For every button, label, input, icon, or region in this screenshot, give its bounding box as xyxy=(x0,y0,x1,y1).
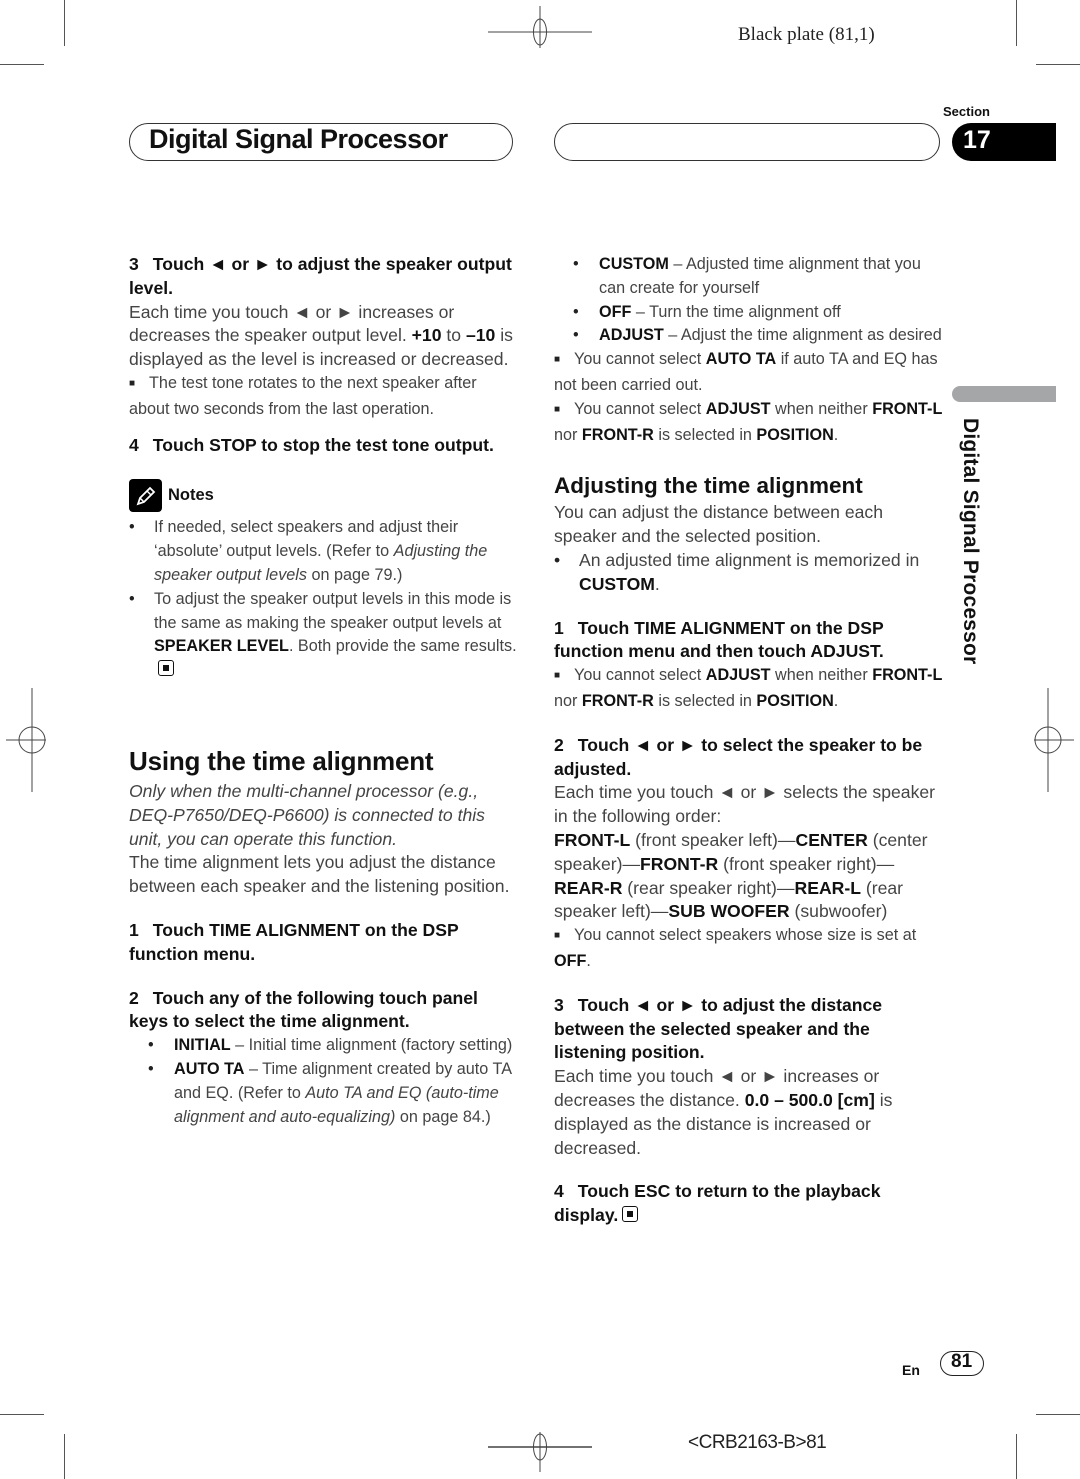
adjust-step-3: 3 Touch ◄ or ► to adjust the distance bet… xyxy=(554,994,883,1063)
adjust-step-2: 2 Touch ◄ or ► to select the speaker to b… xyxy=(554,734,923,779)
note-square-icon xyxy=(554,666,574,684)
step-3-body: Each time you touch ◄ or ► increases or … xyxy=(129,301,513,370)
adjust-step-2-body: Each time you touch ◄ or ► selects the s… xyxy=(554,782,936,827)
crop-mark xyxy=(0,64,44,65)
restriction-note: You cannot select AUTO TA if auto TA and… xyxy=(554,348,946,398)
crop-mark xyxy=(0,1414,44,1415)
section-heading-adjusting: Adjusting the time alignment xyxy=(554,473,863,499)
left-column: 3 Touch ◄ or ► to adjust the speaker outp… xyxy=(129,253,521,1129)
section-heading-using: Using the time alignment xyxy=(129,745,434,776)
pencil-note-icon xyxy=(129,479,162,513)
using-intro: Only when the multi-channel processor (e… xyxy=(129,780,485,849)
header-blank-frame xyxy=(554,123,940,161)
adjust-step-3-body: Each time you touch ◄ or ► increases or … xyxy=(554,1066,893,1158)
restriction-note: You cannot select ADJUST when neither FR… xyxy=(554,664,946,714)
step-3-note: The test tone rotates to the next speake… xyxy=(129,372,521,422)
using-body: The time alignment lets you adjust the d… xyxy=(129,852,510,897)
step-3-heading: 3 Touch ◄ or ► to adjust the speaker outp… xyxy=(129,254,512,298)
side-tab-label: Digital Signal Processor xyxy=(959,418,982,665)
notes-label: Notes xyxy=(168,485,214,504)
plate-label: Black plate (81,1) xyxy=(738,24,875,45)
registration-mark-right xyxy=(1034,688,1074,792)
adjust-step-4: 4 Touch ESC to return to the playback dis… xyxy=(554,1181,881,1226)
registration-mark-bottom xyxy=(488,1432,592,1472)
note-square-icon xyxy=(554,400,574,418)
step-4-heading: 4 Touch STOP to stop the test tone output… xyxy=(129,434,494,455)
end-of-section-icon xyxy=(622,1206,639,1223)
restriction-note: You cannot select speakers whose size is… xyxy=(554,924,946,974)
note-item: If needed, select speakers and adjust th… xyxy=(129,516,521,587)
using-step-2: 2 Touch any of the following touch panel … xyxy=(129,987,478,1032)
end-of-section-icon xyxy=(158,660,174,677)
note-square-icon xyxy=(129,374,149,392)
crop-mark xyxy=(1016,0,1017,46)
restriction-note: You cannot select ADJUST when neither FR… xyxy=(554,398,946,448)
crop-mark xyxy=(1036,64,1080,65)
job-code: <CRB2163-B>81 xyxy=(688,1432,827,1453)
option-item: AUTO TA – Time alignment created by auto… xyxy=(129,1058,521,1129)
note-square-icon xyxy=(554,350,574,368)
crop-mark xyxy=(64,1434,65,1479)
crop-mark xyxy=(1016,1434,1017,1479)
adjusting-bullet: An adjusted time alignment is memorized … xyxy=(554,549,946,597)
note-item: To adjust the speaker output levels in t… xyxy=(129,588,521,683)
adjust-step-1: 1 Touch TIME ALIGNMENT on the DSP functio… xyxy=(554,617,884,662)
right-column: CUSTOM – Adjusted time alignment that yo… xyxy=(554,253,946,1228)
adjusting-body: You can adjust the distance between each… xyxy=(554,502,883,547)
notes-header: Notes xyxy=(129,479,521,513)
page-number: 81 xyxy=(951,1351,973,1372)
speaker-order: FRONT-L (front speaker left)—CENTER (cen… xyxy=(554,829,928,922)
crop-mark xyxy=(1036,1414,1080,1415)
crop-mark xyxy=(64,0,65,46)
option-item: ADJUST – Adjust the time alignment as de… xyxy=(554,324,946,348)
using-step-1: 1 Touch TIME ALIGNMENT on the DSP functio… xyxy=(129,919,459,964)
side-tab-bar xyxy=(952,386,1056,402)
language-label: En xyxy=(902,1362,920,1378)
option-item: CUSTOM – Adjusted time alignment that yo… xyxy=(554,253,946,301)
section-number: 17 xyxy=(963,126,991,154)
registration-mark-top xyxy=(488,6,592,48)
section-label: Section xyxy=(943,104,990,119)
page-title: Digital Signal Processor xyxy=(149,124,448,154)
note-square-icon xyxy=(554,926,574,944)
option-item: OFF – Turn the time alignment off xyxy=(554,301,946,325)
registration-mark-left xyxy=(6,688,46,792)
option-item: INITIAL – Initial time alignment (factor… xyxy=(129,1034,521,1058)
